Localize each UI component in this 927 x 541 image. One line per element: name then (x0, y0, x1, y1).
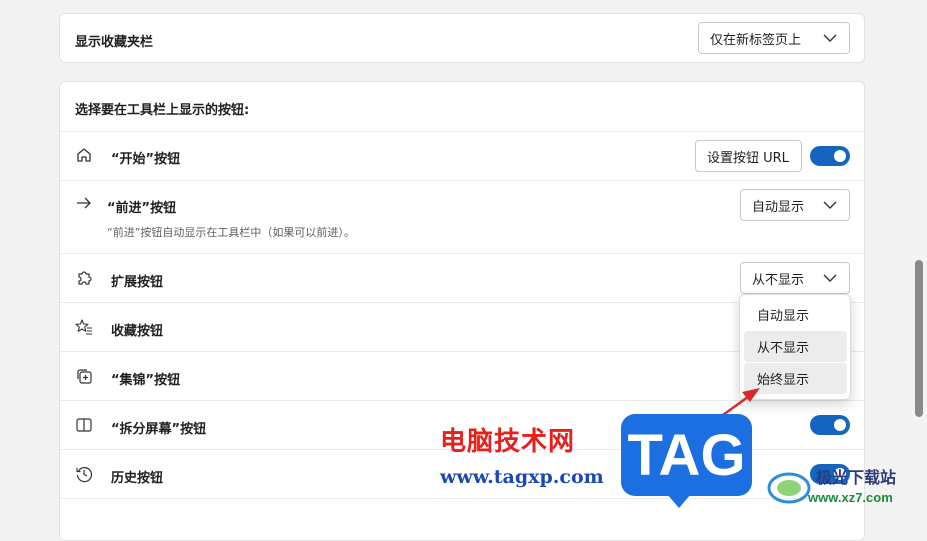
set-button-url-button[interactable]: 设置按钮 URL (695, 140, 802, 172)
favorites-button-label: 收藏按钮 (111, 324, 164, 339)
divider (60, 253, 864, 254)
chevron-down-icon (823, 34, 837, 42)
divider (60, 498, 864, 499)
split-screen-button-label: “拆分屏幕”按钮 (111, 422, 207, 437)
section-heading: 选择要在工具栏上显示的按钮: (75, 103, 250, 118)
menu-option-never-show[interactable]: 从不显示 (744, 331, 847, 362)
extensions-button-dropdown[interactable]: 从不显示 (740, 262, 850, 294)
arrow-right-icon (77, 197, 91, 209)
favorites-bar-label: 显示收藏夹栏 (75, 35, 154, 50)
favorites-bar-dropdown[interactable]: 仅在新标签页上 (698, 22, 850, 54)
split-screen-icon (76, 418, 92, 432)
collections-button-label: “集锦”按钮 (111, 373, 181, 388)
divider (60, 180, 864, 181)
extensions-button-value: 从不显示 (752, 272, 805, 288)
set-button-url-label: 设置按钮 URL (707, 150, 789, 166)
watermark-site-url: www.tagxp.com (440, 466, 604, 488)
favorites-bar-value: 仅在新标签页上 (710, 32, 802, 48)
collections-icon (77, 369, 92, 384)
history-button-label: 历史按钮 (111, 471, 164, 486)
forward-button-value: 自动显示 (752, 199, 805, 215)
tag-logo: TAG (621, 414, 752, 508)
star-list-icon (75, 319, 92, 335)
home-button-toggle[interactable] (810, 146, 850, 166)
split-screen-toggle[interactable] (810, 415, 850, 435)
watermark-xz-name: 极光下载站 (816, 468, 897, 487)
forward-button-label: “前进”按钮 (107, 201, 177, 216)
scrollbar-thumb[interactable] (915, 260, 923, 417)
history-icon (76, 467, 93, 483)
home-button-label: “开始”按钮 (111, 152, 181, 167)
extensions-button-label: 扩展按钮 (111, 275, 164, 290)
watermark-xz-url: www.xz7.com (808, 490, 893, 505)
menu-option-auto-show[interactable]: 自动显示 (744, 299, 847, 330)
puzzle-icon (78, 271, 92, 285)
forward-button-dropdown[interactable]: 自动显示 (740, 189, 850, 221)
watermark-site-name: 电脑技术网 (440, 427, 576, 457)
favorites-bar-card: 显示收藏夹栏 仅在新标签页上 (59, 13, 865, 63)
chevron-down-icon (823, 201, 837, 209)
chevron-down-icon (823, 274, 837, 282)
forward-button-description: “前进”按钮自动显示在工具栏中（如果可以前进）。 (107, 226, 355, 239)
divider (60, 131, 864, 132)
home-icon (77, 148, 91, 162)
